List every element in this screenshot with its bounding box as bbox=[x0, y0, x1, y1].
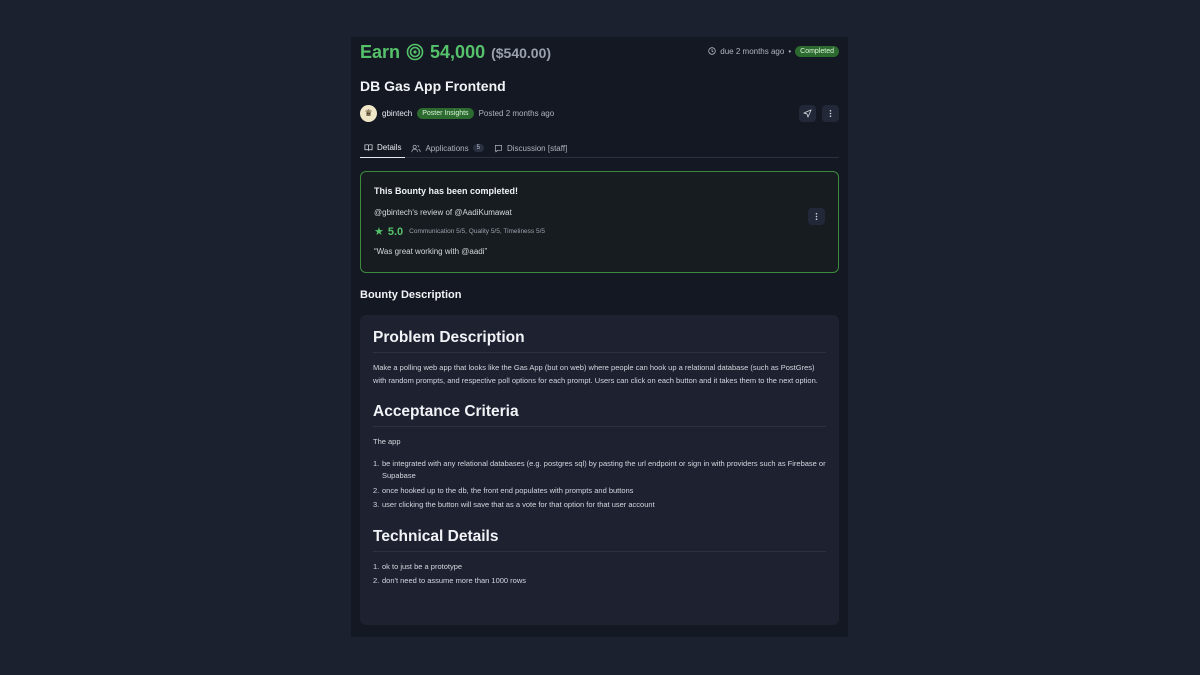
book-icon bbox=[364, 144, 373, 151]
review-quote: “Was great working with @aadi” bbox=[374, 247, 488, 256]
list-item: 2. once hooked up to the db, the front en… bbox=[373, 485, 634, 495]
separator-dot: • bbox=[788, 46, 792, 56]
coin-spiral-icon bbox=[406, 43, 424, 61]
tab-label: Discussion [staff] bbox=[506, 143, 568, 153]
page-title: DB Gas App Frontend bbox=[360, 78, 506, 94]
earn-summary: Earn 54,000 ($540.00) bbox=[360, 40, 551, 63]
due-status: due 2 months ago • Completed bbox=[708, 45, 839, 57]
poster-row: ♛ gbintech Poster Insights Posted 2 mont… bbox=[360, 105, 839, 122]
tab-label: Applications bbox=[425, 143, 469, 153]
completion-card: This Bounty has been completed! @gbintec… bbox=[360, 171, 839, 273]
review-heading: @gbintech's review of @AadiKumawat bbox=[374, 208, 512, 217]
bounty-panel: Earn 54,000 ($540.00) due 2 months ago • bbox=[351, 37, 848, 637]
send-icon bbox=[803, 109, 812, 118]
description-card: Problem Description Make a polling web a… bbox=[360, 315, 839, 625]
rating-breakdown: Communication 5/5, Quality 5/5, Timeline… bbox=[409, 228, 546, 235]
poster-insights-badge[interactable]: Poster Insights bbox=[417, 108, 474, 119]
tab-label: Details bbox=[377, 143, 402, 152]
earn-row: Earn 54,000 ($540.00) due 2 months ago • bbox=[360, 40, 839, 62]
review-options-button[interactable] bbox=[808, 208, 825, 225]
more-options-button[interactable] bbox=[822, 105, 839, 122]
status-badge: Completed bbox=[795, 45, 839, 57]
list-item: 2. don't need to assume more than 1000 ro… bbox=[373, 576, 527, 585]
tab-bar: Details Applications 5 Discussion [staff… bbox=[360, 139, 839, 158]
earn-usd-value: ($540.00) bbox=[491, 44, 552, 61]
tab-applications[interactable]: Applications 5 bbox=[407, 139, 487, 158]
list-item: 3. user clicking the button will save tha… bbox=[373, 500, 655, 509]
clock-icon bbox=[708, 47, 716, 55]
rating-row: ★ 5.0 Communication 5/5, Quality 5/5, Ti… bbox=[374, 225, 825, 239]
tab-discussion[interactable]: Discussion [staff] bbox=[490, 139, 571, 158]
acceptance-intro: The app bbox=[373, 437, 401, 446]
tab-details[interactable]: Details bbox=[360, 139, 406, 158]
bounty-description-heading: Bounty Description bbox=[360, 289, 462, 301]
star-icon: ★ bbox=[374, 226, 384, 238]
rating-value: 5.0 bbox=[387, 225, 404, 238]
earn-amount: 54,000 bbox=[430, 41, 486, 62]
acceptance-list: 1. be integrated with any relational data… bbox=[373, 458, 826, 512]
poster-actions bbox=[799, 105, 839, 122]
problem-description-text: Make a polling web app that looks like t… bbox=[373, 363, 818, 385]
poster-info: ♛ gbintech Poster Insights Posted 2 mont… bbox=[360, 105, 554, 122]
technical-list: 1. ok to just be a prototype 2. don't need… bbox=[373, 561, 826, 588]
applications-count: 5 bbox=[472, 144, 484, 152]
posted-time: Posted 2 months ago bbox=[478, 109, 555, 118]
list-item: 1. ok to just be a prototype bbox=[373, 561, 463, 571]
more-vertical-icon bbox=[815, 212, 818, 221]
acceptance-criteria-title: Acceptance Criteria bbox=[373, 403, 826, 427]
users-icon bbox=[411, 144, 422, 152]
avatar[interactable]: ♛ bbox=[360, 105, 377, 122]
share-button[interactable] bbox=[799, 105, 816, 122]
due-text: due 2 months ago bbox=[720, 46, 785, 56]
poster-name[interactable]: gbintech bbox=[382, 109, 412, 118]
completion-title: This Bounty has been completed! bbox=[374, 186, 519, 196]
more-vertical-icon bbox=[829, 109, 832, 118]
list-item: 1. be integrated with any relational data… bbox=[373, 458, 826, 481]
problem-description-title: Problem Description bbox=[373, 329, 826, 353]
chat-icon bbox=[494, 144, 502, 152]
technical-details-title: Technical Details bbox=[373, 528, 826, 552]
earn-label: Earn bbox=[360, 41, 401, 62]
